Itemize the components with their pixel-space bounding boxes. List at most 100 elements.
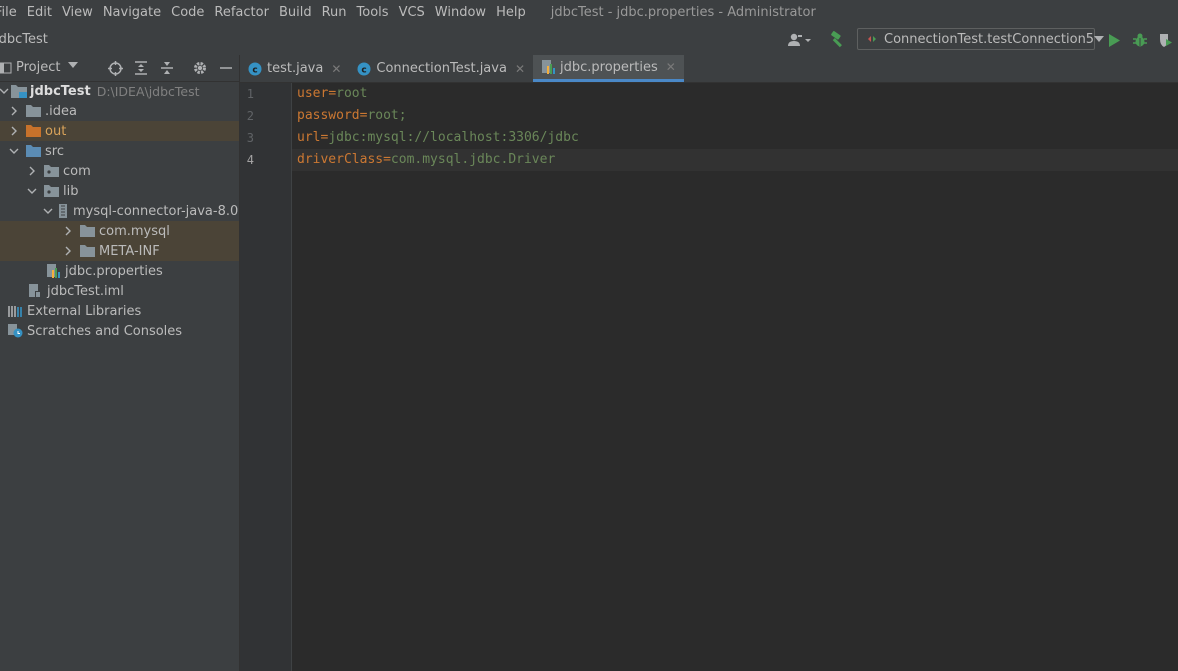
chevron-right-icon[interactable] xyxy=(7,124,21,138)
gear-icon[interactable] xyxy=(191,59,209,77)
tree-item-com[interactable]: com xyxy=(0,161,239,181)
svg-text:c: c xyxy=(252,65,257,75)
minimize-icon[interactable] xyxy=(217,59,235,77)
tab-test-java[interactable]: c test.java ✕ xyxy=(240,55,349,82)
package-icon xyxy=(44,164,60,178)
chevron-down-icon[interactable] xyxy=(0,84,11,98)
debug-bug-icon[interactable] xyxy=(1130,29,1150,51)
chevron-right-icon[interactable] xyxy=(7,104,21,118)
menu-tools[interactable]: Tools xyxy=(357,5,389,20)
locate-target-icon[interactable] xyxy=(106,59,124,77)
run-with-coverage-icon[interactable] xyxy=(1155,29,1175,51)
tree-item-idea[interactable]: .idea xyxy=(0,101,239,121)
code-line[interactable]: driverClass=com.mysql.jdbc.Driver xyxy=(297,149,555,171)
chevron-right-icon[interactable] xyxy=(61,244,75,258)
menu-run[interactable]: Run xyxy=(322,5,347,20)
close-icon[interactable]: ✕ xyxy=(331,62,341,76)
tree-item-external-libraries[interactable]: External Libraries xyxy=(0,301,239,321)
editor-gutter: 1 2 3 4 xyxy=(240,83,292,671)
chevron-down-icon[interactable] xyxy=(43,204,53,218)
tree-item-src[interactable]: src xyxy=(0,141,239,161)
source-folder-icon xyxy=(26,144,42,158)
close-icon[interactable]: ✕ xyxy=(515,62,525,76)
tab-connectiontest-java[interactable]: c ConnectionTest.java ✕ xyxy=(349,55,533,82)
breadcrumb[interactable]: jdbcTest xyxy=(0,32,48,47)
user-dropdown-icon[interactable] xyxy=(786,29,814,51)
chevron-down-icon[interactable] xyxy=(68,62,78,68)
menu-view[interactable]: View xyxy=(62,5,93,20)
folder-icon xyxy=(80,244,96,258)
tab-label: jdbc.properties xyxy=(560,59,658,75)
menu-build[interactable]: Build xyxy=(279,5,312,20)
menu-window[interactable]: Window xyxy=(435,5,486,20)
project-panel-header: Project xyxy=(0,55,239,82)
module-folder-icon xyxy=(11,84,27,98)
project-view-icon xyxy=(0,62,12,74)
excluded-folder-icon xyxy=(26,124,42,138)
tree-item-project-root[interactable]: jdbcTest D:\IDEA\jdbcTest xyxy=(0,81,239,101)
chevron-down-icon[interactable] xyxy=(7,144,21,158)
menu-vcs[interactable]: VCS xyxy=(399,5,425,20)
chevron-right-icon[interactable] xyxy=(25,164,39,178)
jar-archive-icon xyxy=(58,204,70,218)
tree-item-label: External Libraries xyxy=(27,303,142,319)
tree-item-mysql-connector-jar[interactable]: mysql-connector-java-8.0.2 xyxy=(0,201,239,221)
code-line[interactable]: user=root xyxy=(297,83,367,105)
property-value: root; xyxy=(367,108,407,123)
menu-help[interactable]: Help xyxy=(496,5,526,20)
tree-item-label: jdbc.properties xyxy=(65,263,163,279)
properties-file-icon xyxy=(541,60,555,74)
build-hammer-icon[interactable] xyxy=(827,29,847,51)
chevron-down-icon[interactable] xyxy=(25,184,39,198)
tab-jdbc-properties[interactable]: jdbc.properties ✕ xyxy=(533,55,684,82)
property-key: url xyxy=(297,130,321,145)
tab-label: test.java xyxy=(267,61,324,76)
expand-all-icon[interactable] xyxy=(132,59,150,77)
menu-navigate[interactable]: Navigate xyxy=(103,5,161,20)
run-icon[interactable] xyxy=(1104,29,1124,51)
menu-file[interactable]: File xyxy=(0,5,17,20)
scratches-icon xyxy=(8,324,24,338)
java-class-icon: c xyxy=(357,62,371,76)
property-value: jdbc:mysql://localhost:3306/jdbc xyxy=(328,130,579,145)
property-separator: = xyxy=(328,86,337,101)
tree-item-jdbc-properties[interactable]: jdbc.properties xyxy=(0,261,239,281)
menu-edit[interactable]: Edit xyxy=(27,5,52,20)
menu-refactor[interactable]: Refactor xyxy=(214,5,269,20)
tree-item-label: mysql-connector-java-8.0.2 xyxy=(73,203,240,219)
window-title: jdbcTest - jdbc.properties - Administrat… xyxy=(550,4,816,20)
close-icon[interactable]: ✕ xyxy=(666,60,676,74)
tree-item-com-mysql[interactable]: com.mysql xyxy=(0,221,239,241)
tree-item-label: .idea xyxy=(45,103,77,119)
code-editor[interactable]: user=root password=root; url=jdbc:mysql:… xyxy=(292,83,1178,671)
editor-tab-bar: c test.java ✕ c ConnectionTest.java ✕ jd… xyxy=(240,55,1178,83)
properties-file-icon xyxy=(46,264,62,278)
collapse-all-icon[interactable] xyxy=(158,59,176,77)
folder-icon xyxy=(80,224,96,238)
property-value: com.mysql.jdbc.Driver xyxy=(390,152,556,167)
project-view-selector[interactable]: Project xyxy=(16,60,60,75)
tree-item-jdbctest-iml[interactable]: jdbcTest.iml xyxy=(0,281,239,301)
chevron-right-icon[interactable] xyxy=(61,224,75,238)
tree-item-label: Scratches and Consoles xyxy=(27,323,183,339)
line-number: 1 xyxy=(246,87,254,101)
tree-item-lib[interactable]: lib xyxy=(0,181,239,201)
line-number: 3 xyxy=(246,131,254,145)
run-config-label: ConnectionTest.testConnection5 xyxy=(884,31,1095,47)
code-line[interactable]: url=jdbc:mysql://localhost:3306/jdbc xyxy=(297,127,579,149)
junit-config-icon xyxy=(866,33,878,45)
property-key: driverClass xyxy=(297,152,384,167)
tree-item-scratches-and-consoles[interactable]: Scratches and Consoles xyxy=(0,321,239,341)
property-key: password xyxy=(297,108,360,123)
tree-item-out[interactable]: out xyxy=(0,121,239,141)
line-number: 2 xyxy=(246,109,254,123)
code-line[interactable]: password=root; xyxy=(297,105,407,127)
menu-bar: File Edit View Navigate Code Refactor Bu… xyxy=(0,0,1178,24)
project-tool-window: Project jdbcTest D:\IDEA\jdbcTest .idea xyxy=(0,55,240,671)
libraries-icon xyxy=(8,304,24,318)
folder-icon xyxy=(26,104,42,118)
tree-item-meta-inf[interactable]: META-INF xyxy=(0,241,239,261)
run-configuration-selector[interactable]: ConnectionTest.testConnection5 xyxy=(857,28,1105,50)
menu-code[interactable]: Code xyxy=(171,5,204,20)
package-icon xyxy=(44,184,60,198)
